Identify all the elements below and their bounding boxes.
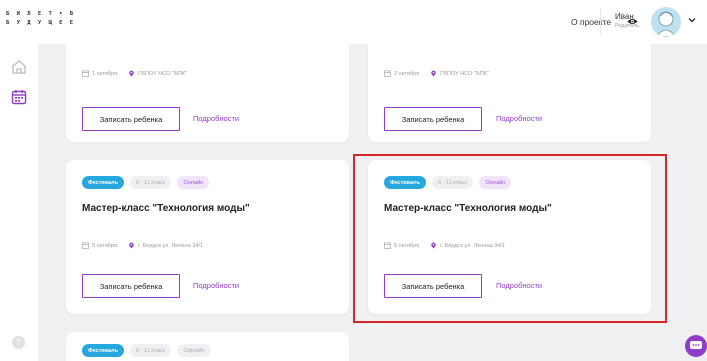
tag-festival: Фестиваль [82, 176, 125, 189]
enroll-child-button[interactable]: Записать ребенка [82, 107, 180, 131]
event-card: 1 октября ГБПОУ НСО "БПК" Записать ребен… [66, 38, 349, 142]
event-card: Фестиваль 6 - 11 класс Офлайн [66, 332, 349, 361]
event-tags: Фестиваль 6 - 11 класс Онлайн [82, 176, 210, 189]
user-role: Родитель [615, 23, 640, 29]
tag-grade: 6 - 11 класс [130, 176, 172, 189]
logo-line-2: Б У Д У Щ Е Е [6, 20, 76, 26]
calendar-icon [384, 70, 391, 77]
enroll-child-button[interactable]: Записать ребенка [82, 274, 180, 298]
location-pin-icon [129, 242, 134, 249]
event-place: ГБПОУ НСО "БПК" [440, 70, 490, 77]
chevron-down-icon[interactable] [687, 15, 697, 25]
about-link[interactable]: О проекте [571, 17, 611, 27]
chat-icon[interactable] [685, 335, 707, 357]
event-date: 2 октября [394, 70, 420, 77]
event-meta: 5 октября г. Бердск ул. Ленина 34/1 [82, 242, 203, 249]
help-icon[interactable]: ? [12, 336, 25, 349]
sidebar [0, 44, 38, 361]
calendar-icon[interactable] [10, 88, 28, 106]
enroll-child-button[interactable]: Записать ребенка [384, 107, 482, 131]
tag-festival: Фестиваль [82, 344, 125, 357]
logo-line-1: Б И Л Е Т • В [6, 11, 76, 17]
details-link[interactable]: Подробности [193, 281, 239, 290]
highlight-box [353, 154, 667, 323]
tag-format: Офлайн [177, 344, 211, 357]
event-meta: 1 октября ГБПОУ НСО "БПК" [82, 70, 187, 77]
event-card: Фестиваль 6 - 11 класс Онлайн Мастер-кла… [66, 160, 349, 314]
tag-format: Онлайн [177, 176, 210, 189]
event-title[interactable]: Мастер-класс "Технология моды" [82, 203, 250, 214]
event-place: ГБПОУ НСО "БПК" [138, 70, 188, 77]
header-divider [600, 9, 601, 35]
user-name[interactable]: Иван [615, 12, 634, 21]
event-place: г. Бердск ул. Ленина 34/1 [138, 242, 204, 249]
details-link[interactable]: Подробности [496, 114, 542, 123]
event-card: 2 октября ГБПОУ НСО "БПК" Записать ребен… [368, 38, 651, 142]
location-pin-icon [431, 70, 436, 77]
home-icon[interactable] [10, 58, 28, 76]
event-date: 1 октября [92, 70, 118, 77]
tag-grade: 6 - 11 класс [130, 344, 172, 357]
event-date: 5 октября [92, 242, 118, 249]
event-tags: Фестиваль 6 - 11 класс Офлайн [82, 344, 211, 357]
logo[interactable]: Б И Л Е Т • В Б У Д У Щ Е Е [6, 10, 75, 28]
location-pin-icon [129, 70, 134, 77]
event-meta: 2 октября ГБПОУ НСО "БПК" [384, 70, 489, 77]
details-link[interactable]: Подробности [193, 114, 239, 123]
calendar-icon [82, 242, 89, 249]
avatar[interactable] [651, 7, 681, 37]
calendar-icon [82, 70, 89, 77]
